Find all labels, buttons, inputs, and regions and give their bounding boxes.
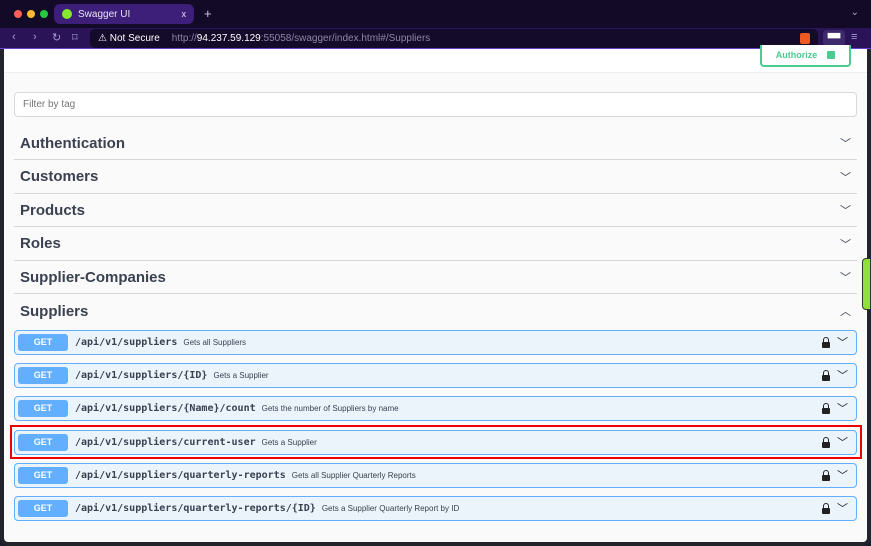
chevron-down-icon[interactable]: ﹀: [837, 434, 848, 450]
chevron-icon[interactable]: ﹀: [840, 236, 851, 252]
operation-path: /api/v1/suppliers/current-user: [75, 436, 256, 448]
tab-close-button[interactable]: x: [182, 9, 187, 19]
forward-button[interactable]: ›: [33, 31, 37, 43]
new-tab-button[interactable]: +: [204, 6, 212, 21]
authorize-button[interactable]: Authorize: [760, 45, 851, 67]
lock-icon[interactable]: [822, 469, 830, 481]
chevron-icon[interactable]: ﹀: [840, 269, 851, 285]
filter-by-tag-input[interactable]: [14, 92, 857, 117]
lock-icon[interactable]: [822, 503, 830, 514]
chevron-icon[interactable]: ﹀: [840, 169, 851, 185]
operation-path: /api/v1/suppliers/quarterly-reports: [75, 469, 286, 481]
chevron-icon[interactable]: ︿: [840, 303, 851, 319]
operation-summary: Gets all Supplier Quarterly Reports: [291, 470, 416, 480]
reload-button[interactable]: ↻: [52, 31, 61, 44]
method-badge: GET: [18, 433, 68, 451]
brave-shields-icon[interactable]: [800, 33, 810, 44]
close-window-button[interactable]: [14, 10, 22, 18]
lock-icon: [827, 51, 836, 59]
chevron-down-icon[interactable]: ﹀: [837, 367, 848, 383]
operation-row[interactable]: GET/api/v1/suppliers/current-user Gets a …: [14, 429, 857, 455]
method-badge: GET: [18, 400, 68, 418]
section-authentication[interactable]: Authentication ﹀: [14, 127, 857, 160]
operation-row[interactable]: GET/api/v1/suppliers/{ID} Gets a Supplier…: [14, 363, 857, 389]
method-badge: GET: [18, 367, 68, 385]
lock-icon[interactable]: [822, 370, 830, 382]
url-scheme: http://: [171, 33, 197, 44]
chevron-down-icon[interactable]: ﹀: [837, 467, 848, 483]
swagger-favicon-icon: [62, 9, 72, 19]
browser-toolbar: ‹ › ↻ ⌑ ⚠ Not Secure http://94.237.59.12…: [0, 28, 871, 49]
bookmark-button[interactable]: ⌑: [72, 31, 78, 44]
chevron-down-icon[interactable]: ﹀: [837, 500, 848, 516]
extension-glasses-icon[interactable]: ▀▀: [823, 30, 845, 46]
method-badge: GET: [18, 500, 68, 517]
url-path: :55058/swagger/index.html#/Suppliers: [260, 33, 431, 44]
tab-swagger-ui[interactable]: Swagger UI x: [54, 4, 194, 24]
page-header: [4, 49, 867, 73]
authorize-label: Authorize: [775, 50, 818, 60]
section-title: Suppliers: [20, 302, 89, 320]
section-title: Authentication: [20, 134, 125, 152]
chevron-icon[interactable]: ﹀: [840, 135, 851, 151]
operation-path: /api/v1/suppliers/quarterly-reports/{ID}: [75, 503, 316, 514]
section-title: Supplier-Companies: [20, 268, 166, 286]
lock-icon[interactable]: [822, 436, 830, 448]
tab-bar: Swagger UI x + ⌄: [0, 0, 871, 28]
maximize-window-button[interactable]: [40, 10, 48, 18]
operation-summary: Gets a Supplier: [213, 371, 269, 381]
operation-summary: Gets all Suppliers: [183, 338, 247, 347]
operation-row[interactable]: GET/api/v1/suppliers/{Name}/count Gets th…: [14, 396, 857, 422]
operation-row[interactable]: GET/api/v1/suppliers/quarterly-reports Ge…: [14, 462, 857, 488]
lock-icon[interactable]: [822, 337, 830, 348]
operation-summary: Gets a Supplier Quarterly Report by ID: [321, 504, 460, 513]
section-title: Products: [20, 201, 86, 219]
back-button[interactable]: ‹: [12, 31, 16, 43]
method-badge: GET: [18, 334, 68, 351]
menu-icon[interactable]: ≡: [851, 31, 857, 43]
operation-row[interactable]: GET/api/v1/suppliers/quarterly-reports/{…: [14, 496, 857, 521]
section-products[interactable]: Products ﹀: [14, 194, 857, 227]
chevron-down-icon[interactable]: ﹀: [837, 400, 848, 416]
operation-path: /api/v1/suppliers/{ID}: [75, 370, 208, 382]
section-roles[interactable]: Roles ﹀: [14, 228, 857, 261]
tab-title: Swagger UI: [78, 8, 131, 20]
address-bar[interactable]: ⚠ Not Secure http://94.237.59.129:55058/…: [90, 29, 818, 48]
method-badge: GET: [18, 466, 68, 484]
chevron-icon[interactable]: ﹀: [840, 202, 851, 218]
not-secure-indicator[interactable]: ⚠ Not Secure: [98, 33, 160, 44]
url-host: 94.237.59.129: [196, 33, 261, 44]
operation-summary: Gets the number of Suppliers by name: [261, 404, 399, 414]
section-title: Customers: [20, 168, 99, 185]
section-customers[interactable]: Customers ﹀: [14, 161, 857, 194]
section-supplier-companies[interactable]: Supplier-Companies ﹀: [14, 261, 857, 294]
operation-path: /api/v1/suppliers/{Name}/count: [75, 403, 256, 415]
section-title: Roles: [20, 235, 61, 252]
lock-icon[interactable]: [822, 403, 830, 415]
operation-summary: Gets a Supplier: [261, 437, 317, 447]
section-suppliers[interactable]: Suppliers ︿: [14, 295, 857, 328]
scroll-handle[interactable]: [862, 258, 871, 310]
minimize-window-button[interactable]: [27, 10, 35, 18]
operation-row[interactable]: GET/api/v1/suppliers Gets all Suppliers ﹀: [14, 330, 857, 355]
tab-list-chevron-icon[interactable]: ⌄: [851, 7, 859, 18]
operation-path: /api/v1/suppliers: [75, 337, 178, 348]
chevron-down-icon[interactable]: ﹀: [837, 334, 848, 350]
